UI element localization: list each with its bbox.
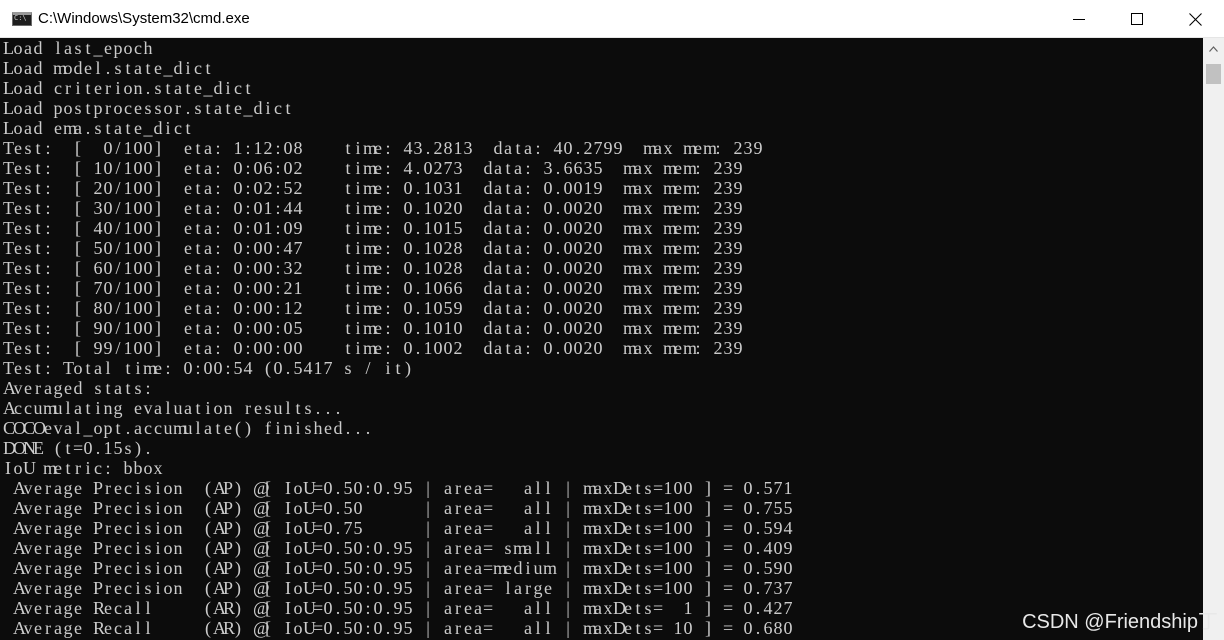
console-line: Load c r i t e r i on. s t a t e_d i c t [3, 78, 251, 98]
console-line: Ave r age Pr e c i s i on (AP) @[ IoU=0. 50:0. 95 … [13, 558, 793, 578]
console-line: Load mode l. s t a t e_d i c t [3, 58, 211, 78]
title-bar[interactable]: C:\Windows\System32\cmd.exe [0, 0, 1224, 38]
console-line: Te s t: [ 30/100] eta: 0:01:44 t i me: 0. 102… [3, 198, 743, 218]
scroll-thumb[interactable] [1206, 64, 1221, 84]
console-line: Ave r age Pr e c i s i on (AP) @[ IoU=0. 50 | are… [13, 498, 793, 518]
close-icon [1188, 12, 1202, 26]
console-line: COCOeva l _op t. a c cumu l a t e() f i n i s hed... [3, 418, 371, 438]
chevron-up-icon [1209, 45, 1218, 52]
minimize-button[interactable] [1050, 0, 1108, 38]
console-line: Te s t: [ 90/100] eta: 0:00:05 t i me: 0. 101… [3, 318, 743, 338]
scroll-up-button[interactable] [1203, 38, 1224, 59]
window-controls [1050, 0, 1224, 38]
maximize-icon [1131, 13, 1143, 25]
console-line: Te s t: [ 60/100] eta: 0:00:32 t i me: 0. 102… [3, 258, 743, 278]
cmd-console-icon[interactable] [12, 11, 32, 26]
console-line: Te s t: [ 99/100] eta: 0:00:00 t i me: 0. 100… [3, 338, 743, 358]
console-line: Ac cumu l a t i ng eva l ua t i on results... [3, 398, 341, 418]
console-line: Ave r age Pr e c i s i on (AP) @[ IoU=0. 75 | are… [13, 518, 793, 538]
maximize-button[interactable] [1108, 0, 1166, 38]
window-title: C:\Windows\System32\cmd.exe [38, 10, 250, 27]
close-button[interactable] [1166, 0, 1224, 38]
console-line: Ave r age Pr e c i s i on (AP) @[ IoU=0. 50:0. 95 … [13, 538, 793, 558]
cmd-window: C:\Windows\System32\cmd.exe Load last_ep… [0, 0, 1224, 640]
console-line: Ave r age Re c a l l (AR) @[ IoU=0. 50:0. 95 | a… [13, 598, 793, 618]
console-line: IoU me t r i c: bbox [5, 458, 163, 478]
console-line: Ave r age Re c a l l (AR) @[ IoU=0. 50:0. 95 | a… [13, 618, 793, 638]
console-output[interactable]: Load l a s t _epoch Load mode l. s t a t e_d i c t Load… [0, 38, 1203, 640]
console-line: Te s t: [ 50/100] eta: 0:00:47 t i me: 0. 102… [3, 238, 743, 258]
console-line: Te s t: [ 10/100] eta: 0:06:02 t i me: 4. 027… [3, 158, 743, 178]
console-line: Te s t: To t a l t i me: 0:00:54 (0. 5417 s / it… [3, 358, 411, 378]
minimize-icon [1073, 19, 1085, 20]
console-line: Ave r age Pr e c i s i on (AP) @[ IoU=0. 50:0. 95 … [13, 478, 793, 498]
console-line: Te s t: [ 40/100] eta: 0:01:09 t i me: 0. 101… [3, 218, 743, 238]
console-line: DONE (t =0. 15 s). [3, 438, 151, 458]
console-line: Te s t: [ 0/100] eta: 1:12:08 t i me: 43. 281… [3, 138, 763, 158]
console-line: Load po s t p r oc e s s o r. s t a t e_d i c t [3, 98, 291, 118]
watermark: CSDN @Friendship丁 [1022, 611, 1218, 633]
console-line: Te s t: [ 70/100] eta: 0:00:21 t i me: 0. 106… [3, 278, 743, 298]
console-line: Load ema. s t a t e_d i c t [3, 118, 191, 138]
console-line: Te s t: [ 20/100] eta: 0:02:52 t i me: 0. 103… [3, 178, 743, 198]
console-line: Te s t: [ 80/100] eta: 0:00:12 t i me: 0. 105… [3, 298, 743, 318]
vertical-scrollbar[interactable] [1203, 38, 1224, 640]
console-line: Ave r age Pr e c i s i on (AP) @[ IoU=0. 50:0. 95 … [13, 578, 793, 598]
console-line: Ave r aged stats: [3, 378, 151, 398]
console-line: Load l a s t _epoch [3, 38, 153, 58]
